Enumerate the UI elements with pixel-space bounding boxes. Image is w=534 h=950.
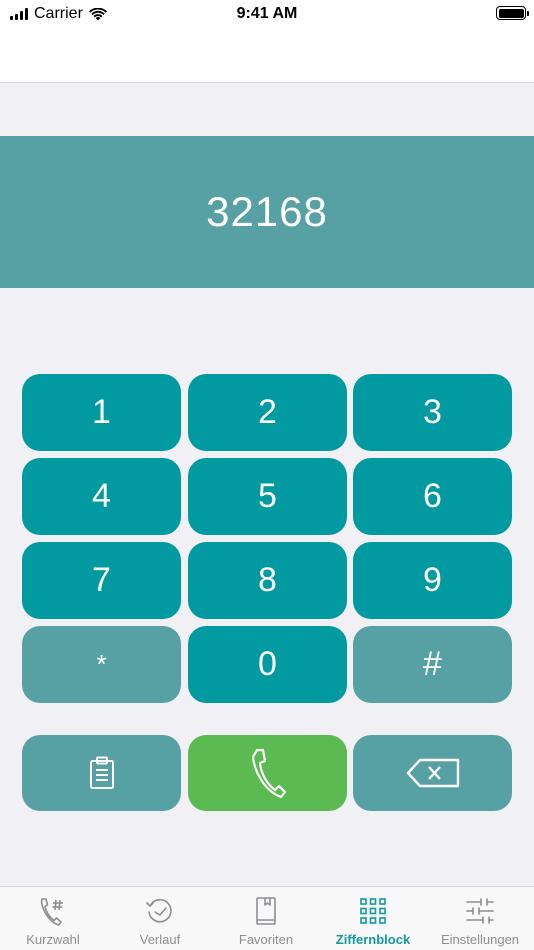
battery-icon [496, 6, 529, 20]
tab-label: Einstellungen [440, 932, 520, 947]
key-9[interactable]: 9 [353, 542, 512, 619]
key-label: 1 [92, 393, 111, 431]
key-0[interactable]: 0 [188, 626, 347, 703]
key-label: 5 [258, 477, 277, 515]
navigation-bar: Carrier 9:41 AM [0, 0, 534, 83]
tab-label: Favoriten [238, 932, 294, 947]
speed-dial-icon [40, 898, 63, 926]
key-label: * [96, 649, 107, 679]
paste-button[interactable] [22, 735, 181, 811]
backspace-icon [406, 758, 459, 788]
status-time: 9:41 AM [236, 5, 298, 22]
tab-ziffernblock[interactable]: Ziffernblock [320, 887, 426, 950]
key-star[interactable]: * [22, 626, 181, 703]
tab-label: Ziffernblock [335, 932, 411, 947]
key-label: 8 [258, 561, 277, 599]
settings-sliders-icon [466, 898, 494, 924]
keypad-icon [360, 898, 386, 924]
phone-icon [251, 748, 286, 799]
key-2[interactable]: 2 [188, 374, 347, 451]
key-5[interactable]: 5 [188, 458, 347, 535]
key-8[interactable]: 8 [188, 542, 347, 619]
key-6[interactable]: 6 [353, 458, 512, 535]
key-label: 9 [423, 561, 442, 599]
key-label: 3 [423, 393, 442, 431]
number-display: 32168 [0, 136, 534, 288]
dialed-number: 32168 [206, 188, 328, 235]
tab-einstellungen[interactable]: Einstellungen [427, 887, 533, 950]
delete-button[interactable] [353, 735, 512, 811]
status-bar: Carrier 9:41 AM [0, 0, 534, 28]
favorites-book-icon [256, 897, 276, 925]
tab-label: Verlauf [139, 932, 181, 947]
key-label: # [423, 645, 442, 683]
key-label: 4 [92, 477, 111, 515]
key-7[interactable]: 7 [22, 542, 181, 619]
key-4[interactable]: 4 [22, 458, 181, 535]
tab-bar: Kurzwahl Verlauf Favoriten Ziffernblock … [0, 886, 534, 950]
tab-kurzwahl[interactable]: Kurzwahl [0, 887, 106, 950]
key-1[interactable]: 1 [22, 374, 181, 451]
tab-verlauf[interactable]: Verlauf [107, 887, 213, 950]
key-hash[interactable]: # [353, 626, 512, 703]
dialer-screen: Carrier 9:41 AM 32168 1 2 3 4 5 6 7 8 9 … [0, 0, 534, 950]
tab-favoriten[interactable]: Favoriten [213, 887, 319, 950]
tab-label: Kurzwahl [26, 932, 80, 947]
key-label: 6 [423, 477, 442, 515]
key-label: 7 [92, 561, 111, 599]
clipboard-icon [89, 756, 114, 789]
history-icon [146, 899, 172, 923]
call-button[interactable] [188, 735, 347, 811]
key-label: 2 [258, 393, 277, 431]
key-3[interactable]: 3 [353, 374, 512, 451]
key-label: 0 [258, 645, 277, 683]
